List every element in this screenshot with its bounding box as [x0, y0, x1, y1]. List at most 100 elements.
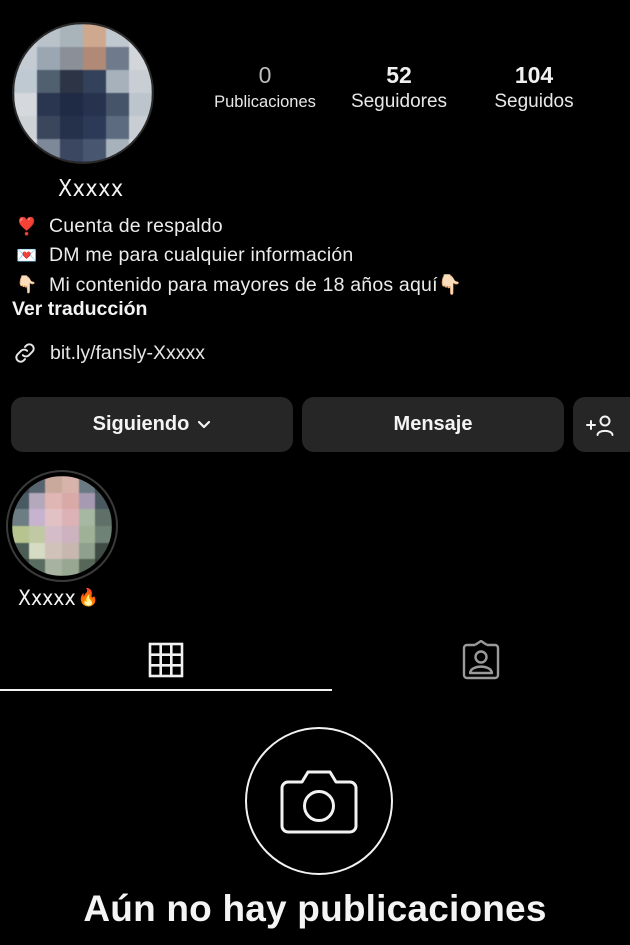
- pixel-block: [106, 70, 129, 93]
- pixel-block: [61, 492, 79, 510]
- bio-line-text: Cuenta de respaldo: [49, 215, 223, 237]
- empty-state-title: Aún no hay publicaciones: [83, 888, 547, 929]
- pixel-block: [37, 24, 60, 47]
- bio-line: 💌 DM me para cualquier información: [14, 241, 614, 270]
- pixel-block: [14, 139, 37, 162]
- pixel-block: [14, 93, 37, 116]
- highlight-label: Xxxxx 🔥: [18, 586, 99, 610]
- pixel-block: [95, 525, 112, 543]
- pixel-block: [129, 93, 152, 116]
- pixel-block: [106, 93, 129, 116]
- pixel-block: [45, 476, 62, 493]
- profile-bio: ❣️ Cuenta de respaldo 💌 DM me para cualq…: [14, 212, 614, 299]
- stat-following-count: 104: [514, 62, 554, 88]
- tab-tagged[interactable]: [332, 630, 630, 690]
- following-button[interactable]: Siguiendo: [11, 397, 293, 452]
- profile-username: Xxxxx: [58, 176, 124, 202]
- pixel-block: [28, 492, 46, 510]
- stat-followers-label: Seguidores: [350, 91, 448, 112]
- pixel-block: [37, 70, 60, 93]
- pixel-block: [83, 70, 106, 93]
- pixel-block: [37, 139, 60, 162]
- stat-posts-label: Publicaciones: [214, 93, 316, 111]
- pixel-block: [45, 492, 62, 510]
- pixel-block: [106, 139, 129, 162]
- stat-following[interactable]: 104 Seguidos: [478, 60, 590, 114]
- profile-link[interactable]: bit.ly/fansly-Xxxxx: [12, 340, 205, 366]
- pixel-block: [78, 542, 96, 560]
- pixel-block: [61, 476, 79, 493]
- pixel-block: [60, 24, 83, 47]
- heart-exclamation-icon: ❣️: [16, 216, 38, 236]
- tab-posts-grid[interactable]: [0, 630, 332, 690]
- pixel-block: [95, 476, 112, 493]
- pixel-block: [60, 139, 83, 162]
- bio-line: ❣️ Cuenta de respaldo: [14, 212, 614, 241]
- empty-state-camera: [245, 727, 393, 875]
- bio-line: 👇🏻 Mi contenido para mayores de 18 años …: [14, 270, 614, 299]
- pixel-block: [83, 93, 106, 116]
- see-translation-link[interactable]: Ver traducción: [12, 298, 147, 321]
- pixel-block: [28, 525, 46, 543]
- profile-stats: 0 Publicaciones 52 Seguidores 104 Seguid…: [196, 60, 596, 120]
- pixel-block: [61, 542, 79, 560]
- pixel-block: [95, 559, 112, 576]
- pixel-block: [12, 509, 29, 526]
- active-tab-indicator: [0, 689, 332, 691]
- pixel-block: [61, 559, 79, 576]
- pixel-block: [83, 47, 106, 70]
- pixel-block: [12, 559, 29, 576]
- stat-posts[interactable]: 0 Publicaciones: [200, 60, 330, 114]
- pixel-block: [37, 116, 60, 139]
- pixel-block: [14, 47, 37, 70]
- pixel-block: [129, 139, 152, 162]
- avatar-image: [14, 24, 152, 162]
- highlight-label-text: Xxxxx: [18, 586, 76, 610]
- pixel-block: [60, 116, 83, 139]
- pixel-block: [78, 525, 96, 543]
- add-friend-button[interactable]: [573, 397, 630, 452]
- pixel-block: [45, 542, 62, 560]
- pixel-block: [78, 476, 96, 493]
- pixel-block: [78, 492, 96, 510]
- pixel-block: [28, 509, 46, 526]
- add-user-icon: [586, 415, 614, 436]
- pixel-block: [106, 116, 129, 139]
- pixel-block: [45, 559, 62, 576]
- bio-line-text: Mi contenido para mayores de 18 años aqu…: [49, 273, 463, 296]
- fire-icon: 🔥: [77, 588, 99, 608]
- pixel-block: [14, 70, 37, 93]
- pixel-block: [83, 24, 106, 47]
- pixel-block: [129, 116, 152, 139]
- pixel-block: [28, 476, 46, 493]
- pixel-block: [12, 476, 29, 493]
- love-letter-icon: 💌: [16, 245, 38, 265]
- pixel-block: [60, 93, 83, 116]
- pixel-block: [12, 492, 29, 510]
- stat-followers[interactable]: 52 Seguidores: [338, 60, 460, 114]
- message-button-label: Mensaje: [393, 413, 473, 435]
- pixel-block: [28, 542, 46, 560]
- pixel-block: [12, 525, 29, 543]
- pixel-block: [61, 509, 79, 526]
- highlight-image: [12, 476, 112, 576]
- message-button[interactable]: Mensaje: [302, 397, 564, 452]
- pixel-block: [106, 24, 129, 47]
- pixel-block: [60, 47, 83, 70]
- pixel-block: [60, 70, 83, 93]
- bio-line-text: DM me para cualquier información: [49, 244, 354, 266]
- profile-avatar[interactable]: [12, 22, 154, 164]
- pixel-block: [95, 492, 112, 510]
- pixel-block: [106, 47, 129, 70]
- pixel-block: [95, 509, 112, 526]
- pointing-down-icon: 👇🏻: [16, 274, 38, 294]
- pixel-block: [83, 116, 106, 139]
- story-highlight[interactable]: [6, 470, 118, 582]
- grid-icon: [148, 642, 184, 678]
- pixel-block: [14, 116, 37, 139]
- pixel-block: [129, 47, 152, 70]
- pixel-block: [45, 509, 62, 526]
- pixel-block: [37, 93, 60, 116]
- pixel-block: [61, 525, 79, 543]
- pixel-block: [78, 559, 96, 576]
